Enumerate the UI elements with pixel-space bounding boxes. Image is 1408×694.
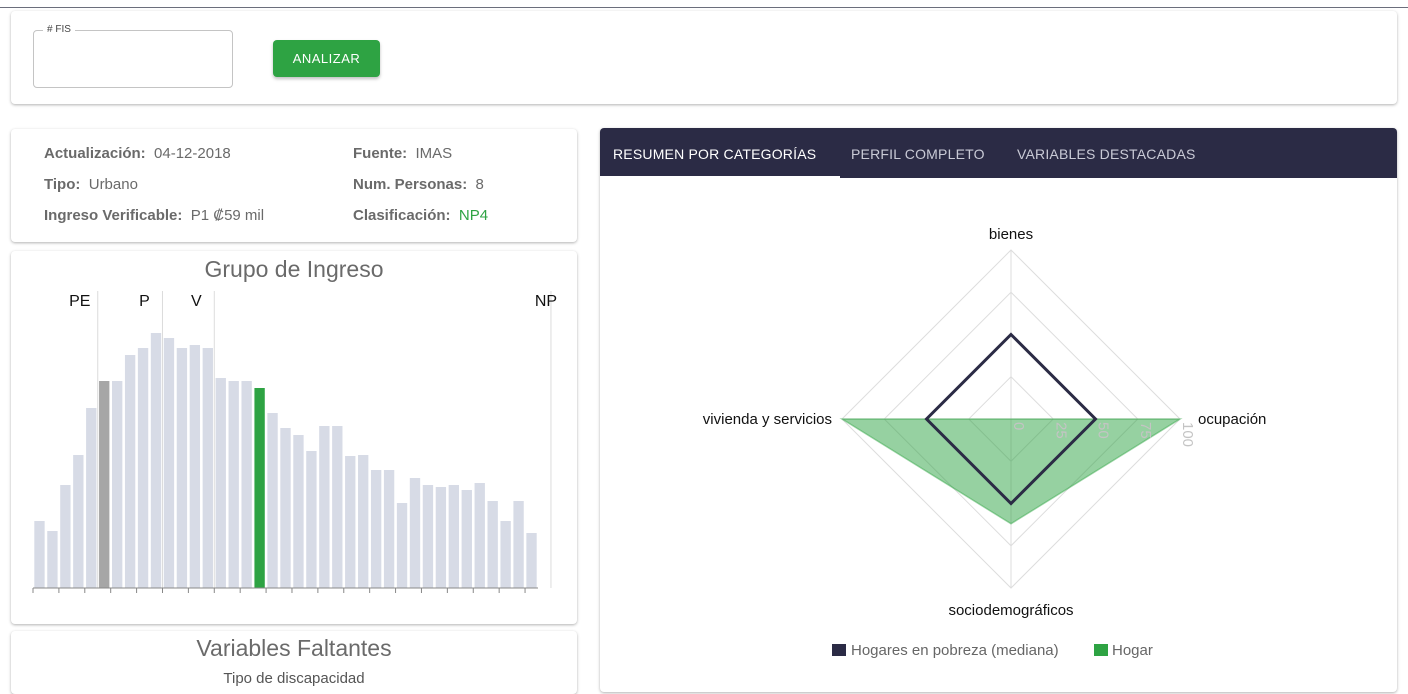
income-histogram: PE P V NP — [32, 291, 557, 593]
missing-variable-item: Tipo de discapacidad — [223, 670, 365, 687]
histogram-bar — [306, 451, 317, 588]
info-ingreso-value: P1 ₡59 mil — [190, 207, 265, 224]
histogram-bar — [500, 521, 511, 588]
info-actualizacion: Actualización: 04-12-2018 — [44, 145, 231, 162]
histogram-bar — [189, 345, 201, 588]
histogram-bar — [396, 503, 408, 588]
info-fuente-value: IMAS — [415, 145, 453, 162]
histogram-bar — [435, 487, 447, 588]
histogram-bar — [370, 470, 382, 588]
histogram-bar — [254, 388, 265, 588]
legend-swatch-hogar — [1094, 644, 1108, 656]
fis-field-label: # FIS — [43, 24, 75, 35]
tab-variables-destacadas[interactable]: VARIABLES DESTACADAS — [1017, 128, 1196, 178]
radar-axis-label: vivienda y servicios — [703, 411, 832, 428]
histogram-bar — [280, 428, 291, 588]
marker-label: P — [139, 293, 150, 310]
info-clasificacion: Clasificación: NP4 — [353, 207, 488, 224]
histogram-bar — [422, 485, 434, 588]
legend-swatch-mediana — [832, 644, 846, 656]
histogram-bar — [215, 378, 226, 588]
info-clasificacion-value: NP4 — [458, 207, 489, 224]
radar-axis-label: bienes — [989, 226, 1033, 243]
marker-label: V — [191, 293, 202, 310]
info-num-personas-value: 8 — [475, 176, 484, 193]
radar-chart: 0 25 50 75 100 bienes ocupación sociodemográfic… — [703, 226, 1267, 659]
analizar-button[interactable]: ANALIZAR — [273, 40, 380, 77]
radar-tick-label: 75 — [1137, 422, 1154, 439]
histogram-bar — [163, 338, 175, 588]
histogram-bar — [60, 485, 71, 588]
info-tipo-label: Tipo: — [44, 176, 81, 193]
histogram-bar — [150, 333, 162, 588]
radar-axis-label: ocupación — [1198, 411, 1266, 428]
radar-series-hogar — [839, 418, 1183, 525]
info-tipo: Tipo: Urbano — [44, 176, 138, 193]
radar-tick-label: 25 — [1052, 422, 1069, 439]
histogram-bar — [202, 348, 213, 588]
histogram-bar — [267, 413, 278, 588]
histogram-bar — [34, 521, 45, 588]
histogram-bar — [461, 490, 472, 588]
histogram-bar — [86, 408, 97, 588]
histogram-bar — [383, 470, 395, 588]
income-group-panel: Grupo de Ingreso PE P V NP — [11, 251, 577, 624]
histogram-bar — [176, 348, 188, 588]
histogram-bar — [241, 381, 252, 588]
info-num-personas-label: Num. Personas: — [353, 176, 468, 193]
histogram-bar — [293, 435, 304, 588]
search-panel: # FIS ANALIZAR — [11, 11, 1397, 104]
info-actualizacion-label: Actualización: — [44, 145, 146, 162]
info-clasificacion-label: Clasificación: — [353, 207, 451, 224]
info-tipo-value: Urbano — [88, 176, 138, 193]
categories-panel: RESUMEN POR CATEGORÍAS PERFIL COMPLETO V… — [600, 128, 1397, 692]
histogram-bar — [137, 348, 149, 588]
histogram-bar — [513, 501, 524, 588]
histogram-bar — [99, 381, 110, 588]
histogram-bar — [319, 426, 330, 588]
histogram-bar — [474, 483, 485, 588]
radar-tick-label: 0 — [1010, 422, 1027, 430]
histogram-bar — [358, 455, 369, 588]
fis-field[interactable]: # FIS — [33, 24, 233, 88]
radar-tick-label: 100 — [1179, 422, 1196, 447]
marker-label: PE — [69, 293, 90, 310]
info-fuente: Fuente: IMAS — [353, 145, 452, 162]
info-ingreso-label: Ingreso Verificable: — [44, 207, 183, 224]
histogram-bar — [124, 355, 136, 588]
tab-perfil-completo[interactable]: PERFIL COMPLETO — [851, 128, 985, 178]
missing-variables-panel: Variables Faltantes Tipo de discapacidad — [11, 631, 577, 694]
histogram-bar — [409, 478, 421, 588]
info-ingreso: Ingreso Verificable: P1 ₡59 mil — [44, 207, 264, 224]
tab-bar: RESUMEN POR CATEGORÍAS PERFIL COMPLETO V… — [600, 128, 1397, 178]
histogram-bar — [487, 501, 498, 588]
fis-input[interactable] — [44, 47, 222, 77]
histogram-bar — [47, 531, 58, 588]
histogram-bar — [526, 533, 537, 588]
legend-label-mediana: Hogares en pobreza (mediana) — [851, 642, 1059, 659]
info-fuente-label: Fuente: — [353, 145, 408, 162]
tab-resumen-por-categorias[interactable]: RESUMEN POR CATEGORÍAS — [613, 128, 816, 178]
legend-label-hogar: Hogar — [1112, 642, 1153, 659]
histogram-bar — [111, 381, 123, 588]
histogram-bar — [332, 426, 343, 588]
missing-variables-title: Variables Faltantes — [196, 635, 392, 661]
info-actualizacion-value: 04-12-2018 — [154, 145, 231, 162]
top-border — [0, 7, 1408, 8]
marker-label: NP — [535, 293, 557, 310]
histogram-bar — [448, 485, 460, 588]
info-num-personas: Num. Personas: 8 — [353, 176, 484, 193]
histogram-bar — [228, 381, 239, 588]
radar-axis-label: sociodemográficos — [948, 602, 1073, 619]
household-info-panel: Actualización: 04-12-2018 Fuente: IMAS T… — [11, 129, 577, 242]
histogram-bar — [73, 455, 84, 588]
radar-tick-label: 50 — [1095, 422, 1112, 439]
histogram-bar — [345, 456, 356, 588]
